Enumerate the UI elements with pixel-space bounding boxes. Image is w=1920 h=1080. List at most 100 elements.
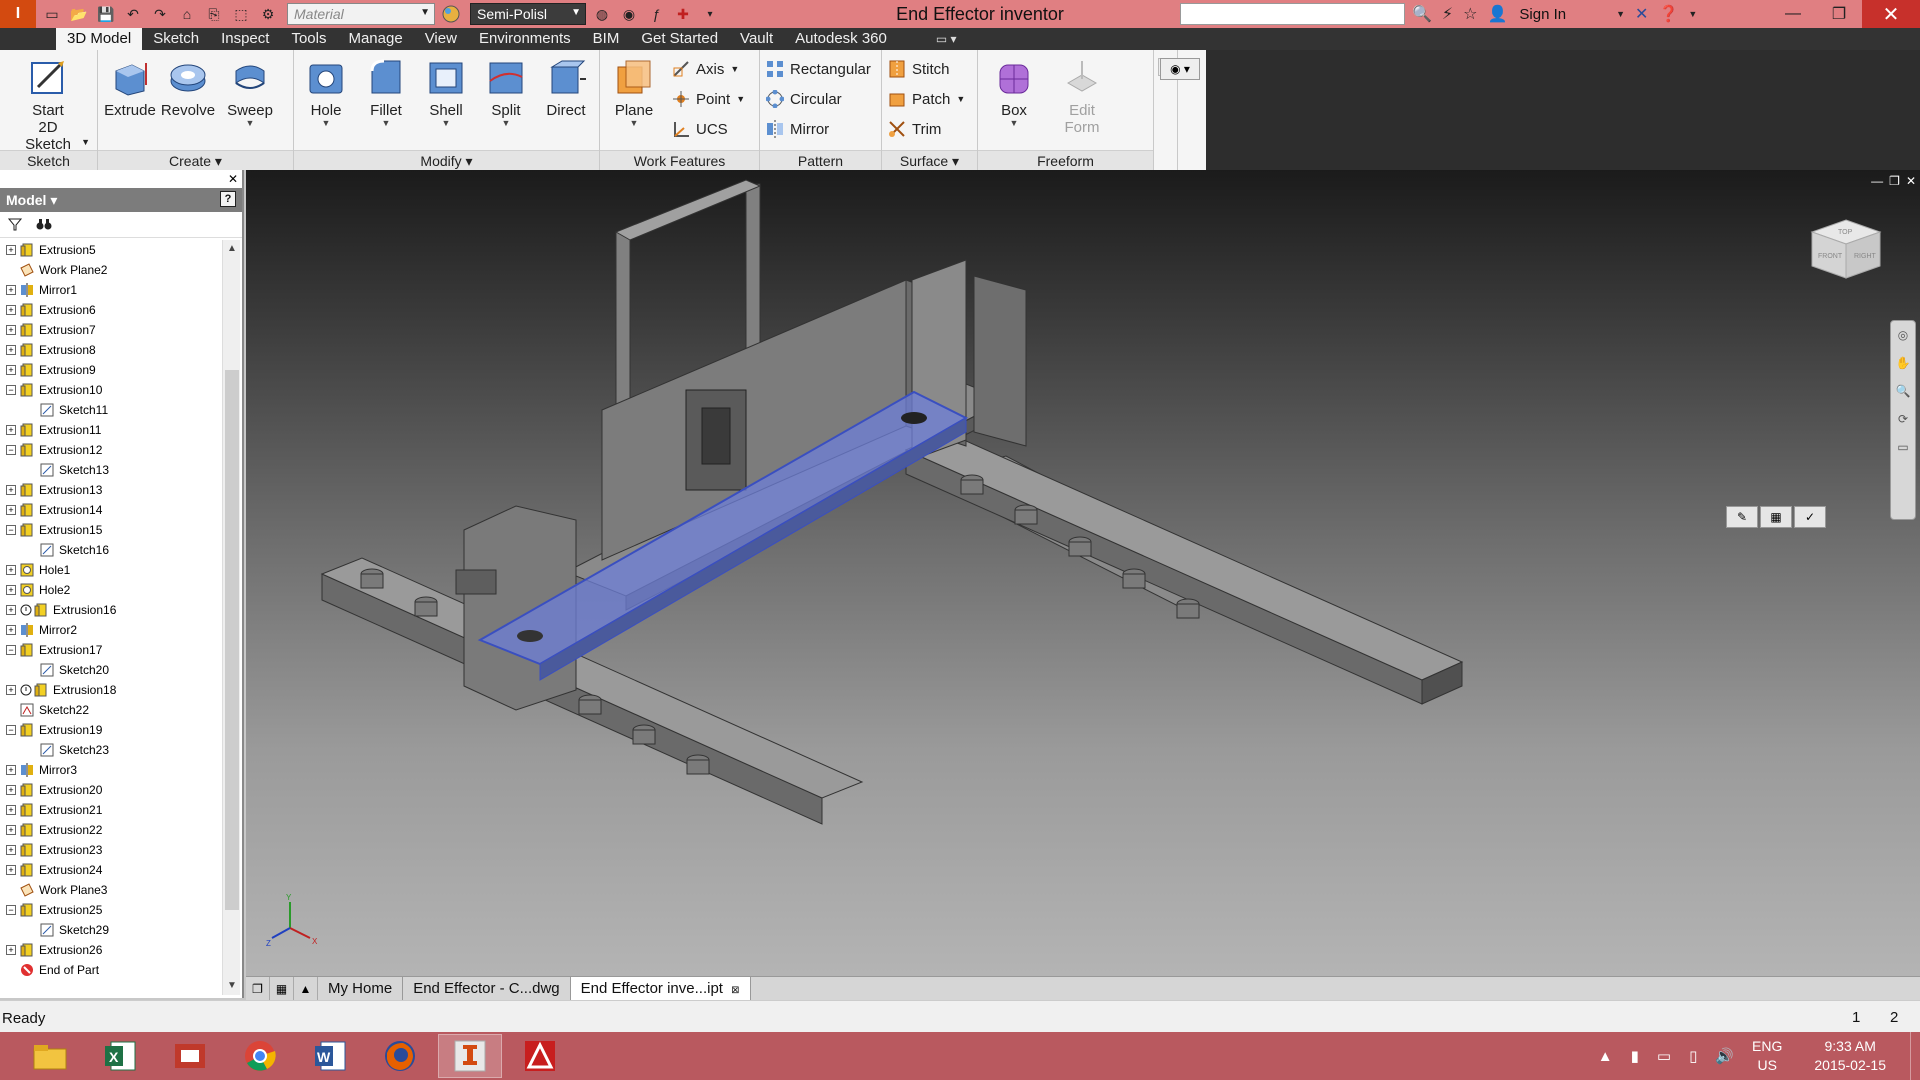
tab-view[interactable]: View — [414, 28, 468, 50]
mini-finish-icon[interactable]: ✓ — [1794, 506, 1826, 528]
input-language[interactable]: ENG US — [1752, 1037, 1782, 1075]
tree-expand-icon[interactable]: + — [6, 605, 16, 615]
axis-button[interactable]: Axis ▼ — [672, 58, 739, 80]
tree-node[interactable]: + Extrusion5 — [0, 240, 222, 260]
tree-node[interactable]: + Extrusion16 — [0, 600, 222, 620]
zoom-icon[interactable]: 🔍 — [1891, 377, 1915, 405]
browser-header[interactable]: Model ▾ ? — [0, 188, 242, 212]
tree-node[interactable]: Sketch20 — [0, 660, 222, 680]
tree-expand-icon[interactable]: + — [6, 785, 16, 795]
tree-node[interactable]: + Extrusion11 — [0, 420, 222, 440]
tree-node[interactable]: + Hole1 — [0, 560, 222, 580]
viewcube[interactable]: TOP FRONT RIGHT — [1808, 216, 1884, 286]
chrome-icon[interactable] — [228, 1034, 292, 1078]
restore-button[interactable]: ❐ — [1816, 0, 1862, 28]
tree-expand-icon[interactable]: + — [6, 865, 16, 875]
tree-expand-icon[interactable]: − — [6, 525, 16, 535]
plane-button[interactable]: Plane ▼ — [606, 56, 662, 128]
filter-icon[interactable] — [7, 217, 23, 234]
tree-expand-icon[interactable]: + — [6, 685, 16, 695]
viewport-close-icon[interactable]: ✕ — [1906, 174, 1916, 188]
tab-environments[interactable]: Environments — [468, 28, 582, 50]
tree-node[interactable]: − Extrusion12 — [0, 440, 222, 460]
rectangular-pattern-button[interactable]: Rectangular — [766, 58, 871, 80]
signin-dropdown-icon[interactable]: ▼ — [1616, 9, 1625, 19]
tree-node[interactable]: Sketch29 — [0, 920, 222, 940]
excel-icon[interactable]: X — [88, 1034, 152, 1078]
application-menu-button[interactable]: I — [0, 0, 36, 28]
tree-node[interactable]: − Extrusion15 — [0, 520, 222, 540]
sweep-button[interactable]: Sweep ▼ — [222, 56, 278, 128]
scroll-thumb[interactable] — [225, 370, 239, 910]
battery-icon[interactable]: ▭ — [1657, 1047, 1671, 1065]
tree-node[interactable]: Sketch11 — [0, 400, 222, 420]
return-icon[interactable]: ⎘ — [203, 4, 225, 24]
start-2d-sketch-button[interactable]: Start 2D Sketch ▼ — [20, 56, 90, 153]
viewport-restore-icon[interactable]: ❐ — [1889, 174, 1900, 188]
tree-expand-icon[interactable]: + — [6, 285, 16, 295]
patch-dropdown-icon[interactable]: ▼ — [956, 94, 965, 104]
search-icon[interactable]: 🔍 — [1412, 4, 1432, 24]
find-binoculars-icon[interactable] — [36, 217, 52, 234]
update-icon[interactable]: ⚙ — [257, 4, 279, 24]
tree-expand-icon[interactable]: + — [6, 625, 16, 635]
doctab-end-effector-ipt[interactable]: End Effector inve...ipt ⊠ — [570, 977, 751, 1000]
mirror-button[interactable]: Mirror — [766, 118, 829, 140]
tree-node[interactable]: − Extrusion10 — [0, 380, 222, 400]
tree-node[interactable]: Sketch22 — [0, 700, 222, 720]
plane-dropdown-icon[interactable]: ▼ — [606, 119, 662, 128]
tree-node[interactable]: + Extrusion21 — [0, 800, 222, 820]
tab-sketch[interactable]: Sketch — [142, 28, 210, 50]
point-dropdown-icon[interactable]: ▼ — [736, 94, 745, 104]
mini-edit-icon[interactable]: ✎ — [1726, 506, 1758, 528]
look-at-icon[interactable]: ▭ — [1891, 433, 1915, 461]
circular-pattern-button[interactable]: Circular — [766, 88, 842, 110]
tree-expand-icon[interactable]: + — [6, 245, 16, 255]
box-dropdown-icon[interactable]: ▼ — [986, 119, 1042, 128]
file-explorer-icon[interactable] — [18, 1034, 82, 1078]
tree-expand-icon[interactable]: + — [6, 805, 16, 815]
pan-icon[interactable]: ✋ — [1891, 349, 1915, 377]
volume-icon[interactable]: 🔊 — [1715, 1047, 1734, 1065]
tree-node[interactable]: End of Part — [0, 960, 222, 980]
sign-in-link[interactable]: Sign In — [1519, 6, 1566, 23]
direct-edit-button[interactable]: Direct — [538, 56, 594, 119]
start-sketch-dropdown-icon[interactable]: ▼ — [81, 137, 90, 147]
subscription-icon[interactable]: ⚡ — [1442, 4, 1453, 24]
tree-expand-icon[interactable]: + — [6, 345, 16, 355]
tree-expand-icon[interactable]: + — [6, 425, 16, 435]
tree-expand-icon[interactable]: + — [6, 825, 16, 835]
tile-windows-icon[interactable]: ▦ — [270, 977, 294, 1000]
tree-node[interactable]: + Hole2 — [0, 580, 222, 600]
tree-expand-icon[interactable]: + — [6, 485, 16, 495]
firefox-icon[interactable] — [368, 1034, 432, 1078]
tab-vault[interactable]: Vault — [729, 28, 784, 50]
tree-node[interactable]: + Mirror2 — [0, 620, 222, 640]
browser-close-icon[interactable]: ✕ — [228, 172, 238, 186]
reader-icon[interactable] — [158, 1034, 222, 1078]
revolve-button[interactable]: Revolve — [160, 56, 216, 119]
tree-expand-icon[interactable]: + — [6, 585, 16, 595]
tree-node[interactable]: + Extrusion8 — [0, 340, 222, 360]
tree-node[interactable]: − Extrusion25 — [0, 900, 222, 920]
tree-node[interactable]: + Mirror1 — [0, 280, 222, 300]
tab-get-started[interactable]: Get Started — [630, 28, 729, 50]
material-dropdown[interactable]: Material ▼ — [287, 3, 435, 25]
cascade-windows-icon[interactable]: ❐ — [246, 977, 270, 1000]
home-icon[interactable]: ⌂ — [176, 4, 198, 24]
ribbon-options-dropdown[interactable]: ◉ ▾ — [1160, 58, 1200, 80]
tree-expand-icon[interactable]: + — [6, 565, 16, 575]
minimize-button[interactable]: — — [1770, 0, 1816, 28]
tree-expand-icon[interactable]: + — [6, 505, 16, 515]
tree-node[interactable]: + Extrusion22 — [0, 820, 222, 840]
clear-appearance-icon[interactable]: ◍ — [591, 4, 613, 24]
edit-form-button[interactable]: Edit Form — [1054, 56, 1110, 136]
tab-autodesk-360[interactable]: Autodesk 360 — [784, 28, 898, 50]
tab-inspect[interactable]: Inspect — [210, 28, 280, 50]
autocad-icon[interactable] — [508, 1034, 572, 1078]
patch-button[interactable]: Patch ▼ — [888, 88, 965, 110]
model-render[interactable] — [246, 170, 1920, 976]
tree-node[interactable]: + Extrusion14 — [0, 500, 222, 520]
user-icon[interactable]: 👤 — [1488, 4, 1508, 24]
ribbon-display-toggle-icon[interactable]: ▭ ▾ — [936, 28, 957, 50]
